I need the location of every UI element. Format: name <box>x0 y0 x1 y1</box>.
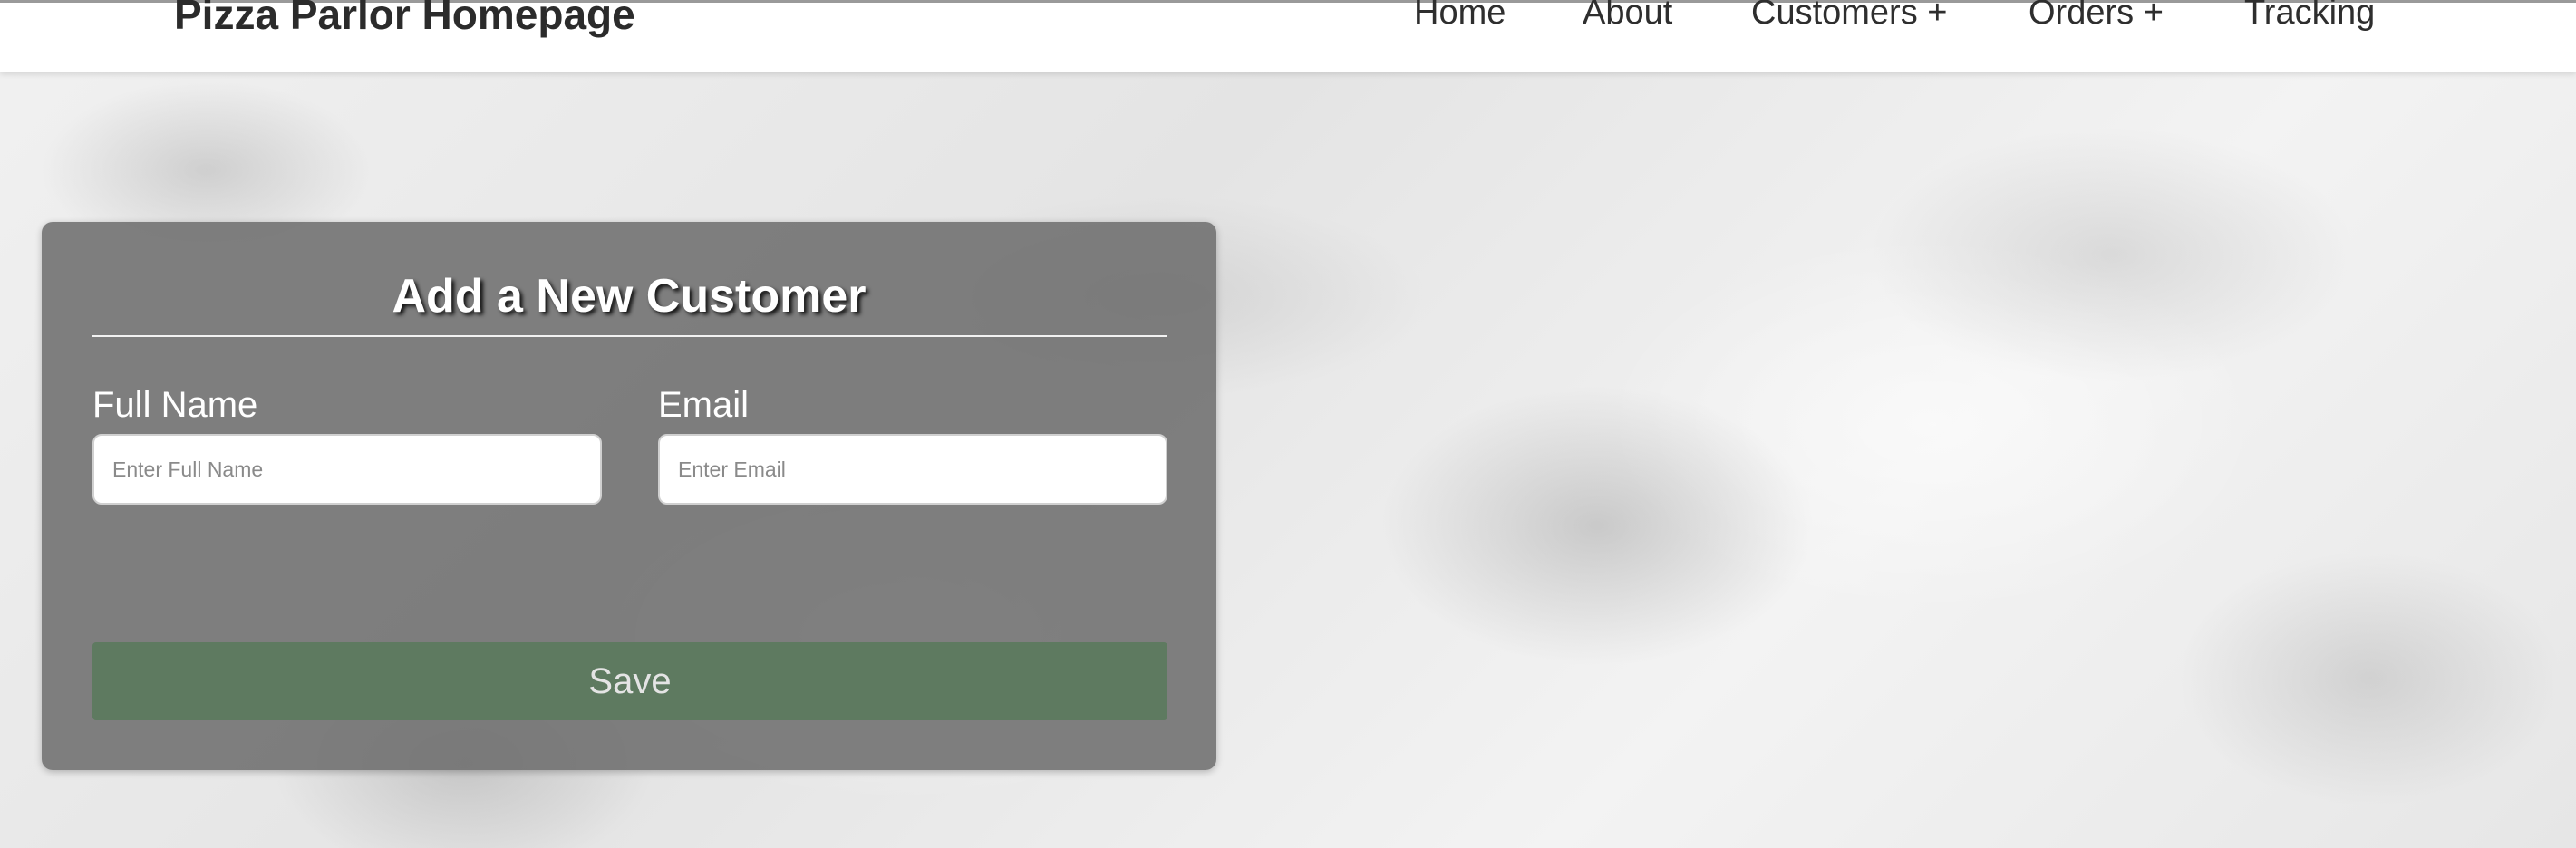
nav-link-home[interactable]: Home <box>1414 0 1506 33</box>
nav-link-about[interactable]: About <box>1583 0 1672 33</box>
email-label: Email <box>658 385 750 425</box>
save-button[interactable]: Save <box>92 642 1167 720</box>
nav-dropdown-customers[interactable]: Customers + <box>1751 0 1947 33</box>
site-title[interactable]: Pizza Parlor Homepage <box>174 0 635 39</box>
nav-link-tracking[interactable]: Tracking <box>2244 0 2375 33</box>
top-navbar: Pizza Parlor Homepage Home About Custome… <box>0 0 2576 72</box>
full-name-label: Full Name <box>92 385 258 425</box>
add-customer-form-card: Add a New Customer Full Name Email Save <box>42 222 1216 770</box>
full-name-input[interactable] <box>92 434 602 505</box>
nav-dropdown-orders[interactable]: Orders + <box>2029 0 2164 33</box>
title-divider <box>92 335 1167 337</box>
email-input[interactable] <box>658 434 1167 505</box>
form-title: Add a New Customer <box>392 270 867 323</box>
